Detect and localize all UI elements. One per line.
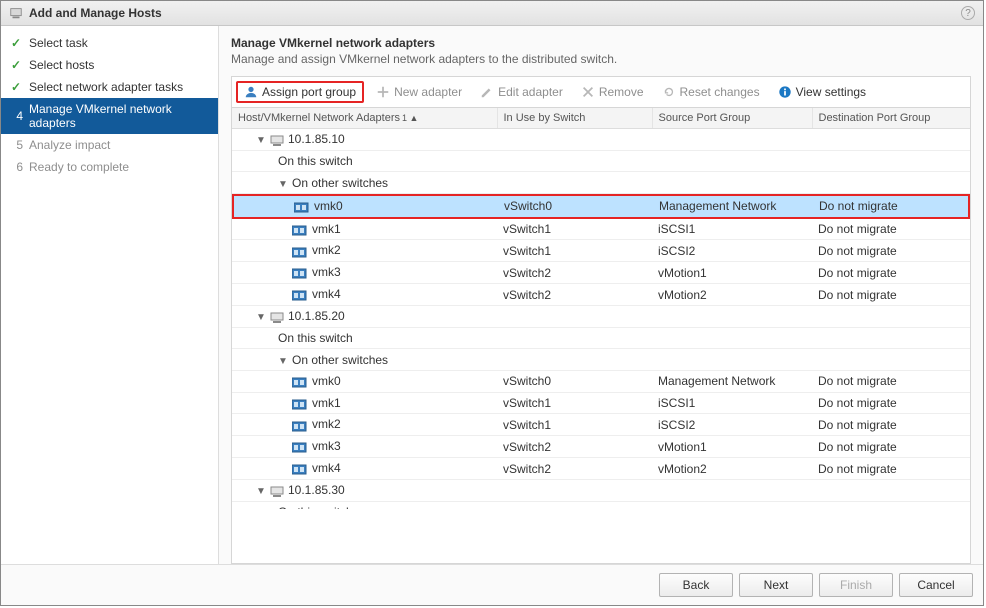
- col-source-header[interactable]: Source Port Group: [652, 108, 812, 129]
- group-row-other-switches[interactable]: ▼On other switches: [232, 349, 970, 371]
- finish-button: Finish: [819, 573, 893, 597]
- nic-icon: [292, 440, 308, 454]
- vmk-row[interactable]: vmk4vSwitch2vMotion2Do not migrate: [232, 458, 970, 480]
- step-label: Analyze impact: [29, 138, 210, 152]
- vmk-row[interactable]: vmk0vSwitch0Management NetworkDo not mig…: [232, 194, 970, 219]
- group-row-other-switches[interactable]: ▼On other switches: [232, 172, 970, 194]
- page-title: Manage VMkernel network adapters: [231, 36, 971, 50]
- step-number: 5: [11, 138, 23, 152]
- table-header-row: Host/VMkernel Network Adapters1 ▲ In Use…: [232, 108, 970, 129]
- new-adapter-label: New adapter: [394, 85, 462, 99]
- nic-icon: [292, 418, 308, 432]
- collapse-icon[interactable]: ▼: [256, 486, 266, 497]
- page-subtitle: Manage and assign VMkernel network adapt…: [231, 52, 971, 66]
- help-icon[interactable]: ?: [961, 6, 975, 20]
- edit-adapter-button: Edit adapter: [474, 83, 569, 101]
- step-label: Select task: [29, 36, 210, 50]
- wizard-step-3[interactable]: ✓3Select network adapter tasks: [1, 76, 218, 98]
- nic-icon: [292, 396, 308, 410]
- host-row[interactable]: ▼10.1.85.30: [232, 480, 970, 502]
- view-settings-label: View settings: [796, 85, 866, 99]
- pencil-icon: [480, 85, 494, 99]
- sort-indicator: 1 ▲: [402, 113, 418, 123]
- dialog-body: ✓1Select task✓2Select hosts✓3Select netw…: [1, 26, 983, 564]
- nic-icon: [294, 200, 310, 214]
- assign-port-group-button[interactable]: Assign port group: [236, 81, 364, 103]
- nic-icon: [292, 266, 308, 280]
- nic-icon: [292, 375, 308, 389]
- assign-icon: [244, 85, 258, 99]
- nic-icon: [292, 462, 308, 476]
- x-icon: [581, 85, 595, 99]
- vmk-row[interactable]: vmk0vSwitch0Management NetworkDo not mig…: [232, 371, 970, 393]
- step-number: 4: [11, 109, 23, 123]
- step-label: Ready to complete: [29, 160, 210, 174]
- collapse-icon[interactable]: ▼: [278, 356, 288, 367]
- nic-icon: [292, 222, 308, 236]
- col-dest-header[interactable]: Destination Port Group: [812, 108, 970, 129]
- footer: Back Next Finish Cancel: [1, 564, 983, 605]
- nic-icon: [292, 244, 308, 258]
- group-row-this-switch[interactable]: On this switch: [232, 502, 970, 509]
- nic-icon: [292, 288, 308, 302]
- wizard-step-6: ✓6Ready to complete: [1, 156, 218, 178]
- vmk-row[interactable]: vmk2vSwitch1iSCSI2Do not migrate: [232, 240, 970, 262]
- info-icon: [778, 85, 792, 99]
- vmk-row[interactable]: vmk4vSwitch2vMotion2Do not migrate: [232, 284, 970, 306]
- check-icon: ✓: [11, 58, 23, 72]
- check-icon: ✓: [11, 80, 23, 94]
- step-label: Manage VMkernel network adapters: [29, 102, 210, 130]
- back-button[interactable]: Back: [659, 573, 733, 597]
- host-row[interactable]: ▼10.1.85.10: [232, 129, 970, 151]
- edit-adapter-label: Edit adapter: [498, 85, 563, 99]
- toolbar: Assign port group New adapter Edit adapt…: [231, 76, 971, 107]
- main-panel: Manage VMkernel network adapters Manage …: [219, 26, 983, 564]
- dialog-title: Add and Manage Hosts: [29, 6, 162, 20]
- table-body[interactable]: ▼10.1.85.10On this switch▼On other switc…: [232, 129, 970, 509]
- vmk-row[interactable]: vmk2vSwitch1iSCSI2Do not migrate: [232, 414, 970, 436]
- host-icon: [270, 133, 284, 147]
- vmk-row[interactable]: vmk1vSwitch1iSCSI1Do not migrate: [232, 219, 970, 241]
- dialog: Add and Manage Hosts ? ✓1Select task✓2Se…: [0, 0, 984, 606]
- step-label: Select hosts: [29, 58, 210, 72]
- assign-port-group-label: Assign port group: [262, 85, 356, 99]
- remove-button: Remove: [575, 83, 650, 101]
- vmk-row[interactable]: vmk3vSwitch2vMotion1Do not migrate: [232, 262, 970, 284]
- check-icon: ✓: [11, 36, 23, 50]
- wizard-sidebar: ✓1Select task✓2Select hosts✓3Select netw…: [1, 26, 219, 564]
- cancel-button[interactable]: Cancel: [899, 573, 973, 597]
- col-name-header[interactable]: Host/VMkernel Network Adapters1 ▲: [232, 108, 497, 129]
- adapter-table: Host/VMkernel Network Adapters1 ▲ In Use…: [231, 107, 971, 564]
- undo-icon: [662, 85, 676, 99]
- plus-icon: [376, 85, 390, 99]
- remove-label: Remove: [599, 85, 644, 99]
- col-switch-header[interactable]: In Use by Switch: [497, 108, 652, 129]
- step-label: Select network adapter tasks: [29, 80, 210, 94]
- group-row-this-switch[interactable]: On this switch: [232, 328, 970, 350]
- collapse-icon[interactable]: ▼: [256, 135, 266, 146]
- wizard-step-5: ✓5Analyze impact: [1, 134, 218, 156]
- reset-changes-label: Reset changes: [680, 85, 760, 99]
- titlebar: Add and Manage Hosts ?: [1, 1, 983, 26]
- view-settings-button[interactable]: View settings: [772, 83, 872, 101]
- wizard-step-2[interactable]: ✓2Select hosts: [1, 54, 218, 76]
- wizard-step-1[interactable]: ✓1Select task: [1, 32, 218, 54]
- collapse-icon[interactable]: ▼: [256, 312, 266, 323]
- next-button[interactable]: Next: [739, 573, 813, 597]
- vmk-row[interactable]: vmk3vSwitch2vMotion1Do not migrate: [232, 436, 970, 458]
- host-icon: [270, 310, 284, 324]
- wizard-step-4[interactable]: ✓4Manage VMkernel network adapters: [1, 98, 218, 134]
- host-row[interactable]: ▼10.1.85.20: [232, 306, 970, 328]
- collapse-icon[interactable]: ▼: [278, 179, 288, 190]
- reset-changes-button: Reset changes: [656, 83, 766, 101]
- group-row-this-switch[interactable]: On this switch: [232, 151, 970, 173]
- host-icon: [270, 484, 284, 498]
- step-number: 6: [11, 160, 23, 174]
- new-adapter-button: New adapter: [370, 83, 468, 101]
- vmk-row[interactable]: vmk1vSwitch1iSCSI1Do not migrate: [232, 393, 970, 415]
- host-wizard-icon: [9, 6, 23, 20]
